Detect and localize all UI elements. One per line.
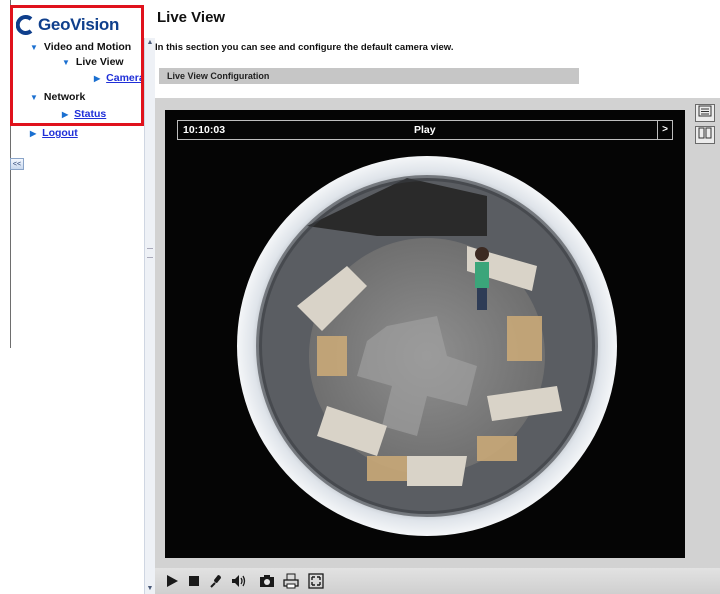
microphone-icon[interactable] (208, 572, 226, 590)
sidebar-scrollbar[interactable]: ▲ ▼ (144, 38, 155, 594)
play-icon[interactable] (163, 572, 181, 590)
video-toolbar (155, 568, 720, 594)
section-header: Live View Configuration (159, 68, 579, 84)
settings-panel-icon[interactable] (695, 104, 715, 122)
video-status: Play (414, 124, 436, 136)
live-view-frame: 10:10:03 Play > (155, 98, 720, 594)
collapsed-triangle-icon: ▶ (30, 128, 37, 138)
speaker-icon[interactable] (230, 572, 248, 590)
scroll-up-icon[interactable]: ▲ (145, 38, 155, 48)
left-navigation: GeoVision ▼ Video and Motion ▼ Live View… (0, 0, 155, 594)
snapshot-icon[interactable] (258, 572, 276, 590)
video-timestamp: 10:10:03 (183, 124, 226, 136)
scroll-down-icon[interactable]: ▼ (145, 584, 155, 594)
stop-icon[interactable] (185, 572, 203, 590)
nav-item-logout[interactable]: ▶ Logout (30, 127, 78, 139)
page-title: Live View (157, 9, 226, 26)
print-icon[interactable] (282, 572, 300, 590)
fisheye-camera-image (237, 156, 617, 536)
io-control-icon[interactable] (695, 126, 715, 144)
scroll-grip[interactable] (147, 248, 153, 258)
nav-link-logout[interactable]: Logout (42, 127, 78, 139)
video-display[interactable]: 10:10:03 Play > (165, 110, 685, 558)
page: GeoVision ▼ Video and Motion ▼ Live View… (0, 0, 720, 594)
fullscreen-icon[interactable] (307, 572, 325, 590)
side-button-column (695, 104, 717, 148)
highlight-box (10, 5, 144, 126)
video-info-bar: 10:10:03 Play > (177, 120, 673, 140)
page-description: In this section you can see and configur… (155, 42, 454, 53)
next-channel-button[interactable]: > (657, 121, 672, 139)
main-content: Live View In this section you can see an… (155, 0, 720, 594)
collapse-sidebar-button[interactable]: << (10, 158, 24, 170)
